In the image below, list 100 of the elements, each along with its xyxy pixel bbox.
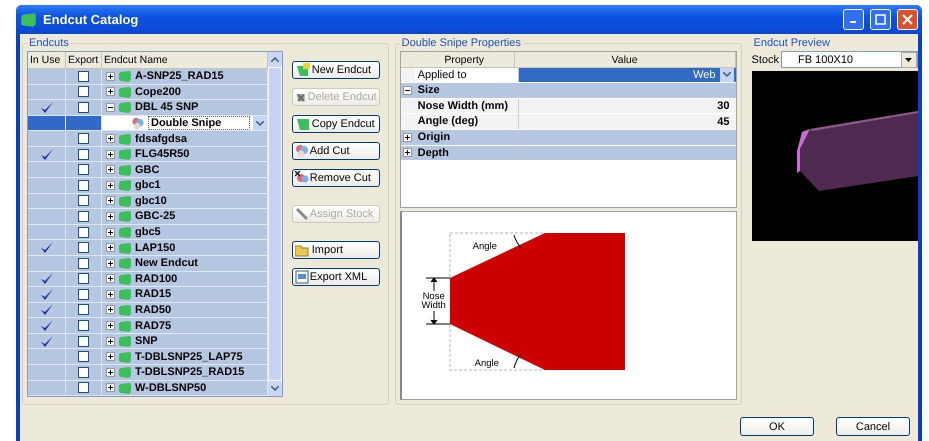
- expand-icon[interactable]: [106, 352, 115, 362]
- expand-icon[interactable]: [106, 383, 115, 392]
- endcut-name[interactable]: RAD15: [135, 288, 172, 300]
- endcut-icon: [118, 101, 132, 114]
- export-checkbox[interactable]: [78, 133, 89, 144]
- action-button[interactable]: Add Cut: [292, 142, 380, 160]
- export-checkbox[interactable]: [78, 210, 89, 222]
- export-checkbox[interactable]: [78, 86, 89, 98]
- expand-icon[interactable]: [106, 368, 115, 377]
- endcut-name[interactable]: DBL 45 SNP: [135, 101, 198, 114]
- expand-icon[interactable]: [106, 321, 115, 330]
- expand-icon[interactable]: [106, 305, 115, 314]
- angle-label: Angle: [472, 242, 497, 251]
- expand-icon[interactable]: [106, 196, 115, 206]
- endcut-name[interactable]: T-DBLSNP25_RAD15: [135, 366, 244, 378]
- action-button[interactable]: New Endcut: [292, 61, 380, 79]
- endcut-icon: [118, 70, 132, 82]
- export-checkbox[interactable]: [78, 70, 89, 82]
- endcut-name[interactable]: W-DBLSNP50: [135, 382, 206, 394]
- expand-icon[interactable]: [106, 165, 115, 174]
- endcut-name[interactable]: A-SNP25_RAD15: [135, 70, 224, 82]
- endcut-icon: [118, 257, 132, 270]
- export-checkbox[interactable]: [78, 258, 89, 269]
- collapse-icon[interactable]: [106, 102, 115, 112]
- dialog-button[interactable]: OK: [740, 417, 814, 436]
- expand-icon[interactable]: [106, 180, 115, 190]
- expand-icon[interactable]: [106, 290, 115, 299]
- endcut-name[interactable]: RAD75: [135, 320, 172, 332]
- column-header[interactable]: Export: [66, 52, 102, 68]
- endcut-icon: [118, 148, 132, 160]
- expand-icon[interactable]: [106, 258, 115, 268]
- stock-dropdown[interactable]: FB 100X10: [781, 51, 918, 68]
- scrollbar-thumb[interactable]: [268, 68, 281, 380]
- export-checkbox[interactable]: [78, 195, 89, 206]
- endcut-icon: [118, 164, 132, 176]
- column-header[interactable]: In Use: [28, 52, 66, 68]
- export-checkbox[interactable]: [78, 288, 89, 300]
- group-title: Double Snipe Properties: [400, 37, 522, 49]
- endcut-name[interactable]: gbc5: [135, 226, 161, 238]
- endcut-name[interactable]: Cope200: [135, 86, 181, 98]
- export-checkbox[interactable]: [78, 148, 89, 160]
- property-value[interactable]: Web: [518, 68, 736, 82]
- property-value[interactable]: 30: [518, 98, 736, 114]
- export-checkbox[interactable]: [78, 226, 89, 238]
- endcut-name[interactable]: LAP150: [135, 242, 176, 254]
- category-name: Depth: [414, 146, 519, 160]
- action-button[interactable]: Copy Endcut: [292, 115, 380, 133]
- expand-icon[interactable]: [106, 72, 115, 81]
- endcut-icon: [118, 272, 132, 285]
- close-button[interactable]: [897, 9, 918, 30]
- endcut-name[interactable]: RAD100: [135, 272, 178, 285]
- endcut-name[interactable]: RAD50: [135, 304, 172, 316]
- property-name: Applied to: [414, 68, 519, 82]
- expand-icon[interactable]: [106, 212, 115, 221]
- export-checkbox[interactable]: [78, 351, 89, 362]
- dialog-button[interactable]: Cancel: [836, 417, 910, 436]
- endcut-name[interactable]: gbc10: [135, 194, 167, 207]
- export-checkbox[interactable]: [78, 102, 89, 113]
- export-checkbox[interactable]: [78, 180, 89, 191]
- expand-icon[interactable]: [403, 148, 412, 158]
- export-checkbox[interactable]: [78, 164, 89, 176]
- export-checkbox[interactable]: [78, 273, 89, 284]
- action-button[interactable]: Export XML: [292, 268, 380, 286]
- endcut-name[interactable]: GBC-25: [135, 210, 176, 222]
- endcut-name[interactable]: gbc1: [135, 179, 161, 192]
- scrollbar[interactable]: [268, 52, 282, 396]
- action-button[interactable]: Import: [292, 241, 380, 259]
- export-checkbox[interactable]: [78, 304, 89, 316]
- property-value[interactable]: 45: [518, 114, 736, 129]
- maximize-button[interactable]: [870, 9, 891, 30]
- stock-label: Stock: [752, 54, 780, 66]
- endcut-icon: [118, 335, 132, 348]
- expand-icon[interactable]: [106, 87, 115, 96]
- expand-icon[interactable]: [106, 243, 115, 252]
- expand-icon[interactable]: [106, 150, 115, 159]
- endcut-name[interactable]: fdsafgdsa: [135, 132, 187, 145]
- collapse-icon[interactable]: [403, 86, 412, 95]
- export-checkbox[interactable]: [78, 320, 89, 332]
- column-header[interactable]: Property: [414, 52, 515, 67]
- minimize-button[interactable]: [843, 9, 864, 30]
- cut-dropdown[interactable]: Double Snipe: [148, 116, 267, 130]
- export-checkbox[interactable]: [78, 336, 89, 347]
- endcut-icon: [118, 242, 132, 254]
- action-button[interactable]: Remove Cut: [292, 169, 380, 187]
- endcut-name[interactable]: FLG45R50: [135, 148, 190, 160]
- group-title: Endcuts: [28, 37, 70, 49]
- expand-icon[interactable]: [106, 336, 115, 346]
- endcut-name[interactable]: GBC: [135, 164, 160, 176]
- export-checkbox[interactable]: [78, 242, 89, 254]
- endcut-name[interactable]: T-DBLSNP25_LAP75: [135, 350, 243, 363]
- expand-icon[interactable]: [403, 132, 412, 142]
- endcut-icon: [118, 320, 132, 332]
- column-header[interactable]: Value: [514, 52, 736, 67]
- export-checkbox[interactable]: [78, 382, 89, 394]
- export-checkbox[interactable]: [78, 366, 89, 378]
- expand-icon[interactable]: [106, 274, 115, 284]
- expand-icon[interactable]: [106, 134, 115, 144]
- endcut-name[interactable]: New Endcut: [135, 257, 198, 270]
- expand-icon[interactable]: [106, 228, 115, 237]
- endcut-name[interactable]: SNP: [135, 335, 158, 348]
